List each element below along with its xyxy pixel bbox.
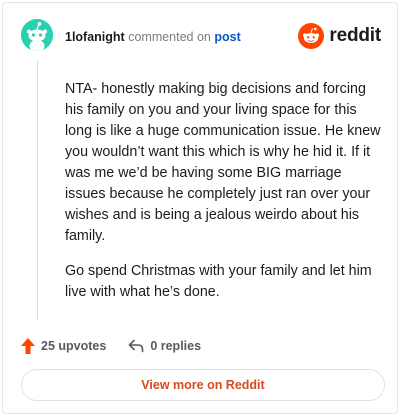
upvote-count: 25 upvotes: [41, 339, 107, 353]
commented-on-text: commented on: [128, 30, 211, 44]
view-more-label: View more on Reddit: [141, 378, 265, 392]
username-link[interactable]: 1lofanight: [65, 30, 125, 44]
comment-header: 1lofanight commented on post: [65, 29, 241, 45]
thread-line: [37, 61, 38, 321]
post-link[interactable]: post: [214, 30, 240, 44]
upvote-arrow-icon: [21, 338, 35, 354]
user-avatar[interactable]: [21, 19, 53, 51]
reply-count: 0 replies: [150, 339, 202, 353]
comment-paragraph: Go spend Christmas with your family and …: [65, 263, 372, 300]
replies-button[interactable]: 0 replies: [128, 339, 201, 353]
reddit-logo[interactable]: reddit: [298, 23, 381, 49]
reply-arrow-icon: [129, 339, 144, 353]
comment-embed-card: 1lofanight commented on post reddit NTA-…: [2, 2, 398, 414]
upvote-button[interactable]: 25 upvotes: [21, 338, 106, 354]
reddit-wordmark: reddit: [329, 25, 381, 46]
snoo-avatar-icon: [21, 19, 53, 51]
comment-body: NTA- honestly making big decisions and f…: [65, 79, 383, 303]
reddit-logo-icon: [298, 23, 325, 49]
comment-paragraph: NTA- honestly making big decisions and f…: [65, 81, 381, 244]
comment-actions: 25 upvotes 0 replies: [21, 336, 201, 356]
view-more-on-reddit-button[interactable]: View more on Reddit: [21, 369, 385, 401]
